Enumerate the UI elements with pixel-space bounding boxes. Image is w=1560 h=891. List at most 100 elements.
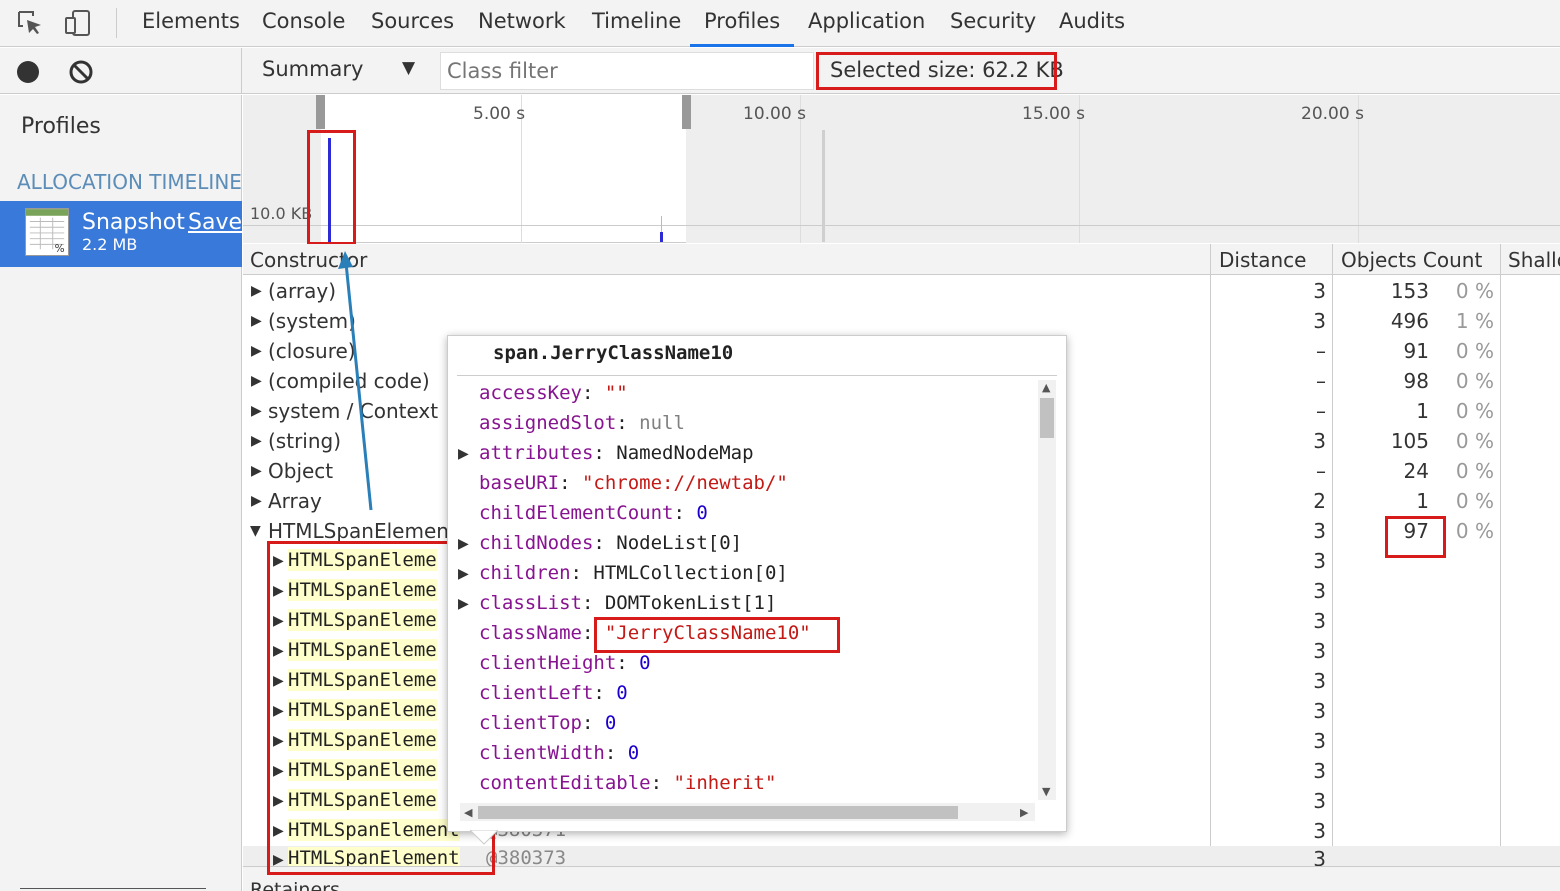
scroll-left-arrow-icon[interactable]: ◀ [464,806,472,819]
property-row[interactable]: contentEditable: "inherit" [479,772,776,794]
expand-triangle-icon[interactable]: ▶ [251,283,262,299]
property-row[interactable]: accessKey: "" [479,382,628,404]
row-distance: 3 [1313,609,1326,633]
property-key: contentEditable [479,772,651,794]
devtools-window: Elements Console Sources Network Timelin… [0,0,1560,891]
column-header-objects-count[interactable]: Objects Count [1341,248,1482,272]
timeline-tick-label: 20.00 s [1301,104,1364,124]
expand-triangle-icon[interactable]: ▶ [251,403,262,419]
property-value: 0 [627,742,640,764]
row-objects-count: 91 [1403,339,1429,363]
expand-triangle-icon[interactable]: ▶ [251,313,262,329]
property-row[interactable]: baseURI: "chrome://newtab/" [479,472,788,494]
column-header-distance[interactable]: Distance [1219,248,1306,272]
device-toolbar-icon[interactable] [64,9,92,37]
popover-vertical-scrollbar[interactable] [1038,380,1056,800]
row-objects-percent: 0 % [1455,489,1494,513]
tab-application[interactable]: Application [808,0,925,47]
property-key: classList [479,592,582,614]
property-row[interactable]: children: HTMLCollection[0] [479,562,788,584]
tab-sources[interactable]: Sources [371,0,454,47]
toolbar-divider [116,8,117,38]
tab-profiles[interactable]: Profiles [690,0,795,47]
expand-triangle-icon[interactable]: ▶ [251,373,262,389]
expand-triangle-icon[interactable]: ▶ [458,596,469,612]
class-filter-input[interactable] [440,52,814,90]
collapse-triangle-icon[interactable]: ▼ [250,523,261,539]
allocation-bar-inactive [661,216,662,232]
popover-horizontal-scroll-thumb[interactable] [478,806,958,819]
property-value: DOMTokenList[1] [604,592,777,614]
timeline-range-handle-left[interactable] [316,95,325,129]
property-row[interactable]: clientHeight: 0 [479,652,651,674]
row-objects-percent: 0 % [1455,369,1494,393]
property-row[interactable]: attributes: NamedNodeMap [479,442,754,464]
scroll-right-arrow-icon[interactable]: ▶ [1020,806,1028,819]
tab-timeline[interactable]: Timeline [592,0,681,47]
row-distance: 3 [1313,729,1326,753]
tab-elements[interactable]: Elements [142,0,240,47]
constructor-name[interactable]: (array) [268,279,336,303]
timeline-tick-label: 15.00 s [1022,104,1085,124]
column-header-shallow-size[interactable]: Shallow [1508,248,1560,272]
property-value: 0 [604,712,617,734]
property-row[interactable]: clientTop: 0 [479,712,616,734]
property-value: "inherit" [673,772,777,794]
record-icon[interactable] [17,61,39,83]
row-objects-count: 1 [1416,489,1429,513]
sidebar-bottom-line [20,888,206,889]
row-distance: 3 [1313,669,1326,693]
clear-icon[interactable] [69,60,93,84]
row-distance: 3 [1313,759,1326,783]
column-divider [1500,244,1501,891]
constructor-name[interactable]: Array [268,489,322,513]
constructor-name[interactable]: Object [268,459,333,483]
constructor-name[interactable]: HTMLSpanElement [268,519,457,543]
property-row[interactable]: clientLeft: 0 [479,682,628,704]
timeline-baseline [243,225,1560,226]
row-objects-count: 153 [1390,279,1429,303]
row-objects-count: 1 [1416,399,1429,423]
property-value: HTMLCollection[0] [593,562,788,584]
row-distance: 3 [1313,639,1326,663]
tab-audits[interactable]: Audits [1059,0,1125,47]
property-row[interactable]: childNodes: NodeList[0] [479,532,742,554]
tab-console[interactable]: Console [262,0,345,47]
inspect-element-icon[interactable] [16,9,44,37]
timeline-tick-label: 5.00 s [473,104,526,124]
property-row[interactable]: assignedSlot: null [479,412,685,434]
expand-triangle-icon[interactable]: ▶ [458,446,469,462]
snapshot-size: 2.2 MB [82,235,138,254]
row-objects-count: 24 [1403,459,1429,483]
property-key: clientHeight [479,652,617,674]
timeline-range-handle-right[interactable] [682,95,691,129]
property-value: "" [604,382,628,404]
row-objects-count: 105 [1390,429,1429,453]
tab-network[interactable]: Network [478,0,566,47]
scroll-up-arrow-icon[interactable]: ▲ [1042,381,1050,394]
property-row[interactable]: classList: DOMTokenList[1] [479,592,776,614]
property-key: clientWidth [479,742,605,764]
view-select[interactable]: Summary [262,57,363,81]
chevron-down-icon[interactable]: ▼ [402,58,415,78]
property-row[interactable]: childElementCount: 0 [479,502,708,524]
property-value: null [639,412,685,434]
expand-triangle-icon[interactable]: ▶ [251,343,262,359]
expand-triangle-icon[interactable]: ▶ [251,433,262,449]
row-distance: – [1316,399,1326,423]
scroll-down-arrow-icon[interactable]: ▼ [1042,785,1050,798]
expand-triangle-icon[interactable]: ▶ [458,536,469,552]
property-key: attributes [479,442,594,464]
expand-triangle-icon[interactable]: ▶ [251,463,262,479]
highlight-selected-size [816,52,1057,90]
popover-vertical-scroll-thumb[interactable] [1040,398,1054,438]
property-value: NamedNodeMap [616,442,754,464]
row-objects-percent: 0 % [1455,339,1494,363]
expand-triangle-icon[interactable]: ▶ [458,566,469,582]
property-row[interactable]: clientWidth: 0 [479,742,639,764]
property-key: assignedSlot [479,412,617,434]
annotation-arrow-icon [338,251,373,511]
tab-security[interactable]: Security [950,0,1036,47]
expand-triangle-icon[interactable]: ▶ [251,493,262,509]
snapshot-save-link[interactable]: Save [188,210,243,235]
